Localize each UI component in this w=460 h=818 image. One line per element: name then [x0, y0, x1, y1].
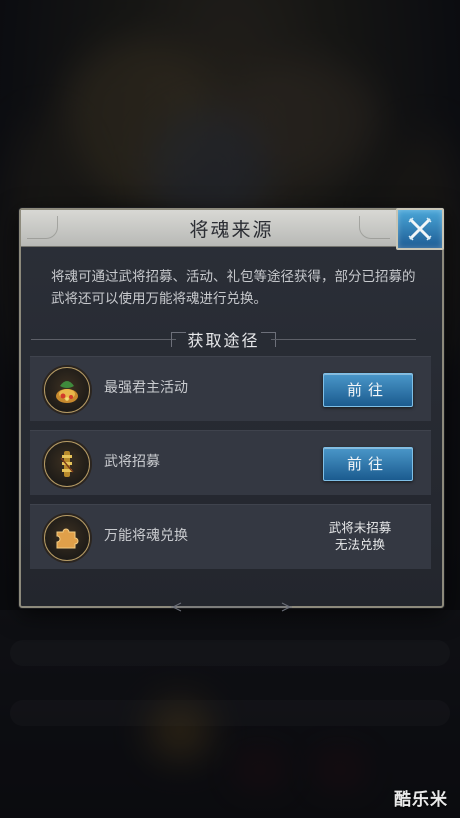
- source-label: 武将招募: [104, 454, 160, 470]
- dialog-title: 将魂来源: [189, 219, 274, 241]
- site-watermark: 酷乐米: [394, 790, 448, 810]
- soul-source-dialog: 将魂来源 将魂可通过武将招募、活动、礼包等途径获得，部分已招募的武将还可以使用万…: [19, 208, 444, 612]
- dialog-description: 将魂可通过武将招募、活动、礼包等途径获得，部分已招募的武将还可以使用万能将魂进行…: [51, 269, 416, 307]
- bottom-ornament-icon: [171, 602, 292, 612]
- scroll-icon: [44, 441, 90, 487]
- section-header: 获取途径: [31, 326, 416, 350]
- status-line: 无法兑换: [334, 537, 385, 552]
- source-row-activity: 最强君主活动 前往: [30, 356, 431, 421]
- exchange-status: 武将未招募 无法兑换: [315, 519, 405, 553]
- source-label: 最强君主活动: [104, 380, 188, 396]
- source-row-exchange: 万能将魂兑换 武将未招募 无法兑换: [30, 504, 431, 569]
- status-line: 武将未招募: [328, 520, 392, 535]
- go-button-activity[interactable]: 前往: [323, 373, 413, 407]
- divider: [271, 339, 416, 340]
- dialog-title-bar: 将魂来源: [21, 210, 442, 247]
- close-icon: [408, 217, 432, 241]
- source-row-recruit: 武将招募 前往: [30, 430, 431, 495]
- close-button[interactable]: [396, 208, 444, 250]
- treasure-bag-icon: [44, 367, 90, 413]
- puzzle-piece-icon: [44, 515, 90, 561]
- go-button-recruit[interactable]: 前往: [323, 447, 413, 481]
- source-label: 万能将魂兑换: [104, 528, 188, 544]
